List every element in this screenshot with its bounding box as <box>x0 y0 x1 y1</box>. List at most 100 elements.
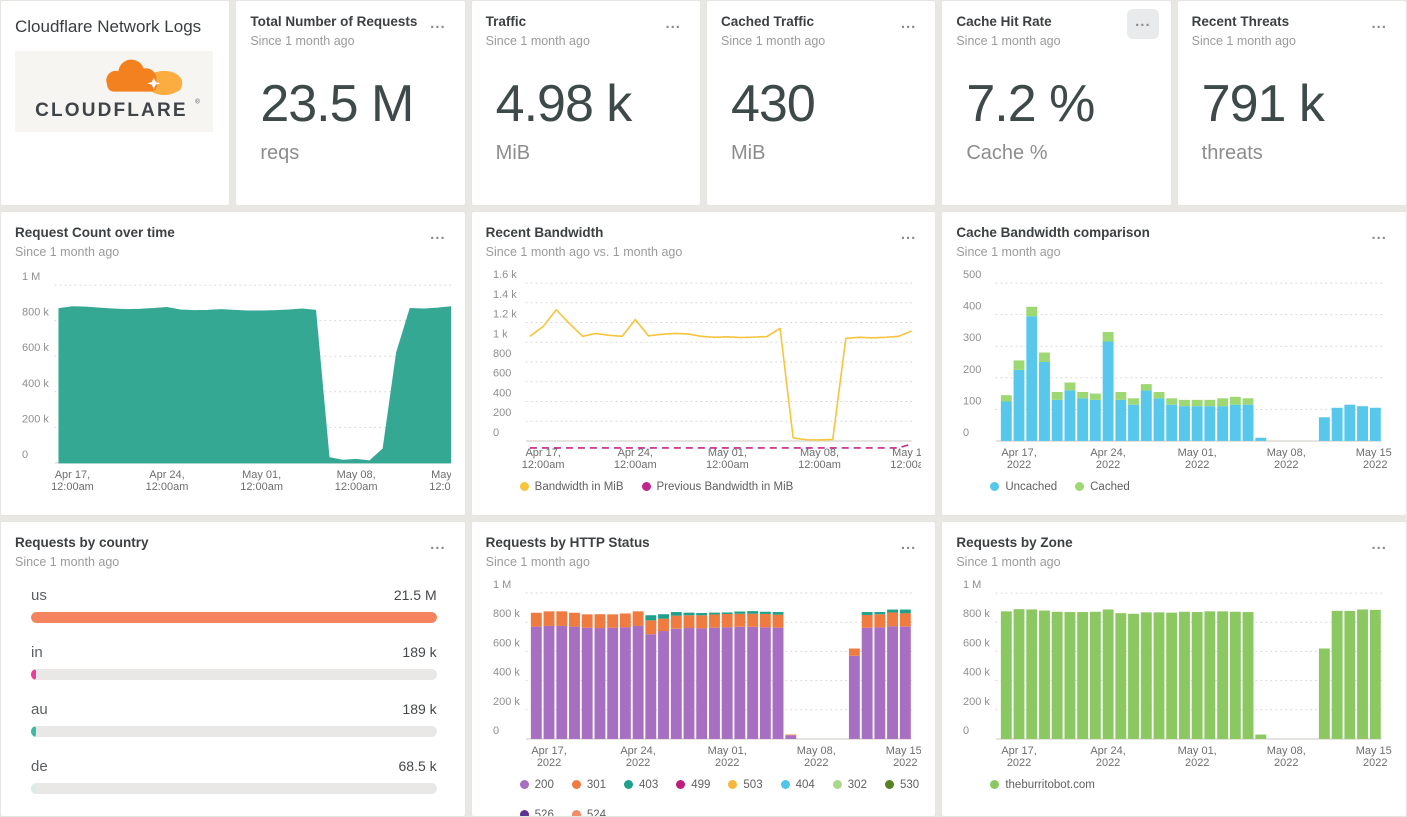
chart-title: Requests by Zone <box>956 535 1073 550</box>
country-value: 189 k <box>402 700 437 717</box>
ellipsis-menu-icon[interactable]: ... <box>425 224 451 250</box>
svg-text:500: 500 <box>963 269 981 281</box>
legend-item[interactable]: Bandwidth in MiB <box>519 481 624 493</box>
svg-text:2022: 2022 <box>1007 458 1031 470</box>
legend-item[interactable]: 524 <box>571 808 607 817</box>
legend-dot-icon <box>728 780 738 790</box>
legend-label: Previous Bandwidth in MiB <box>656 480 794 493</box>
legend-dot-icon <box>990 780 1000 790</box>
svg-text:Apr 17,: Apr 17, <box>1002 744 1037 756</box>
stat-unit: reqs <box>260 141 300 164</box>
chart-subtitle: Since 1 month ago <box>15 244 120 259</box>
chart-row-2: Requests by country Since 1 month ago ..… <box>0 521 1407 817</box>
country-row[interactable]: au 189 k <box>31 701 437 737</box>
svg-text:1 M: 1 M <box>963 579 981 591</box>
legend-item[interactable]: 404 <box>780 779 815 791</box>
legend-dot-icon <box>571 780 581 790</box>
country-bar-fill <box>31 782 36 794</box>
ellipsis-menu-icon[interactable]: ... <box>1366 224 1392 250</box>
svg-text:Apr 17,: Apr 17, <box>55 468 90 480</box>
svg-text:12:00am: 12:00am <box>429 480 450 492</box>
legend-item[interactable]: theburritobot.com <box>990 779 1095 791</box>
legend-item[interactable]: 403 <box>624 779 658 791</box>
svg-text:May 01,: May 01, <box>707 744 746 756</box>
svg-text:May 08,: May 08, <box>1267 446 1306 458</box>
svg-text:2022: 2022 <box>1274 458 1298 470</box>
chart-card-zone: Requests by Zone Since 1 month ago ... 1… <box>941 521 1407 817</box>
stat-subtitle: Since 1 month ago <box>956 33 1061 48</box>
cache-bandwidth-chart[interactable]: 5004003002001000Apr 17,2022Apr 24,2022Ma… <box>956 267 1392 475</box>
country-list: us 21.5 M in 189 k au 189 k de 68.5 k <box>15 587 451 794</box>
country-bar-fill <box>31 668 36 680</box>
legend-item[interactable]: Previous Bandwidth in MiB <box>641 480 794 493</box>
legend-item[interactable]: 530 <box>884 779 919 791</box>
legend-item[interactable]: 503 <box>728 779 763 791</box>
svg-text:2022: 2022 <box>1096 756 1120 768</box>
ellipsis-menu-icon[interactable]: ... <box>1366 13 1392 39</box>
svg-text:Apr 24,: Apr 24, <box>1091 744 1126 756</box>
svg-text:2022: 2022 <box>626 756 650 768</box>
stat-card-traffic: Traffic Since 1 month ago ... 4.98 k MiB <box>470 0 701 206</box>
stat-title: Traffic <box>485 14 527 29</box>
svg-text:12:00am: 12:00am <box>240 480 283 492</box>
svg-text:100: 100 <box>963 395 981 407</box>
svg-text:400: 400 <box>963 300 981 312</box>
svg-text:0: 0 <box>493 725 499 737</box>
legend-item[interactable]: 302 <box>832 779 867 791</box>
legend-dot-icon <box>780 780 790 790</box>
legend-item[interactable]: 526 <box>519 809 554 816</box>
legend-item[interactable]: 499 <box>676 779 710 791</box>
country-value: 68.5 k <box>398 757 437 774</box>
svg-text:2022: 2022 <box>1096 458 1120 470</box>
svg-text:May 01,: May 01, <box>708 446 747 458</box>
country-row[interactable]: us 21.5 M <box>31 587 437 623</box>
country-row[interactable]: in 189 k <box>31 644 437 680</box>
legend-dot-icon <box>832 780 842 790</box>
svg-text:2022: 2022 <box>715 756 739 768</box>
country-bar-track <box>31 668 437 680</box>
legend-label: 524 <box>586 808 607 817</box>
svg-text:2022: 2022 <box>1363 458 1387 470</box>
http-status-chart[interactable]: 1 M800 k600 k400 k200 k0Apr 17,2022Apr 2… <box>486 577 922 773</box>
legend-item[interactable]: 301 <box>571 778 607 791</box>
country-code: in <box>31 643 43 661</box>
zone-chart[interactable]: 1 M800 k600 k400 k200 k0Apr 17,2022Apr 2… <box>956 577 1392 773</box>
svg-text:800 k: 800 k <box>493 608 520 620</box>
ellipsis-menu-icon[interactable]: ... <box>425 13 451 39</box>
ellipsis-menu-icon[interactable]: ... <box>896 534 922 560</box>
legend-item[interactable]: Uncached <box>990 481 1057 493</box>
ellipsis-menu-icon[interactable]: ... <box>896 13 922 39</box>
stat-unit: threats <box>1201 141 1263 164</box>
svg-text:200: 200 <box>963 363 981 375</box>
stat-card-recent-threats: Recent Threats Since 1 month ago ... 791… <box>1176 0 1407 206</box>
chart-row-1: Request Count over time Since 1 month ag… <box>0 211 1407 516</box>
legend-item[interactable]: 200 <box>519 779 554 791</box>
ellipsis-menu-icon[interactable]: ... <box>1366 534 1392 560</box>
chart-title: Request Count over time <box>15 225 175 240</box>
ellipsis-menu-icon[interactable]: ... <box>1127 9 1159 39</box>
svg-text:May 08,: May 08, <box>800 446 839 458</box>
stat-card-total-requests: Total Number of Requests Since 1 month a… <box>235 0 466 206</box>
legend-dot-icon <box>571 810 581 816</box>
country-row[interactable]: de 68.5 k <box>31 758 437 794</box>
dashboard-title: Cloudflare Network Logs <box>15 17 202 36</box>
svg-text:Apr 17,: Apr 17, <box>531 744 566 756</box>
ellipsis-menu-icon[interactable]: ... <box>425 534 451 560</box>
svg-text:May 15,: May 15, <box>885 744 921 756</box>
ellipsis-menu-icon[interactable]: ... <box>660 13 686 39</box>
stat-subtitle: Since 1 month ago <box>720 33 826 48</box>
svg-text:2022: 2022 <box>893 756 917 768</box>
country-bar-track <box>31 611 437 623</box>
legend-label: theburritobot.com <box>1005 778 1095 791</box>
request-count-chart[interactable]: 1 M800 k600 k400 k200 k0Apr 17,12:00amAp… <box>15 269 451 497</box>
legend-dot-icon <box>1075 482 1085 492</box>
chart-title: Recent Bandwidth <box>485 225 604 240</box>
svg-text:400: 400 <box>493 387 511 399</box>
ellipsis-menu-icon[interactable]: ... <box>896 224 922 250</box>
bandwidth-chart[interactable]: 1.6 k1.4 k1.2 k1 k8006004002000Apr 17,12… <box>486 267 922 475</box>
svg-text:12:00am: 12:00am <box>521 458 564 470</box>
svg-text:12:00am: 12:00am <box>890 458 921 470</box>
legend-label: 301 <box>586 778 607 791</box>
svg-text:2022: 2022 <box>1185 458 1209 470</box>
legend-item[interactable]: Cached <box>1075 481 1130 493</box>
